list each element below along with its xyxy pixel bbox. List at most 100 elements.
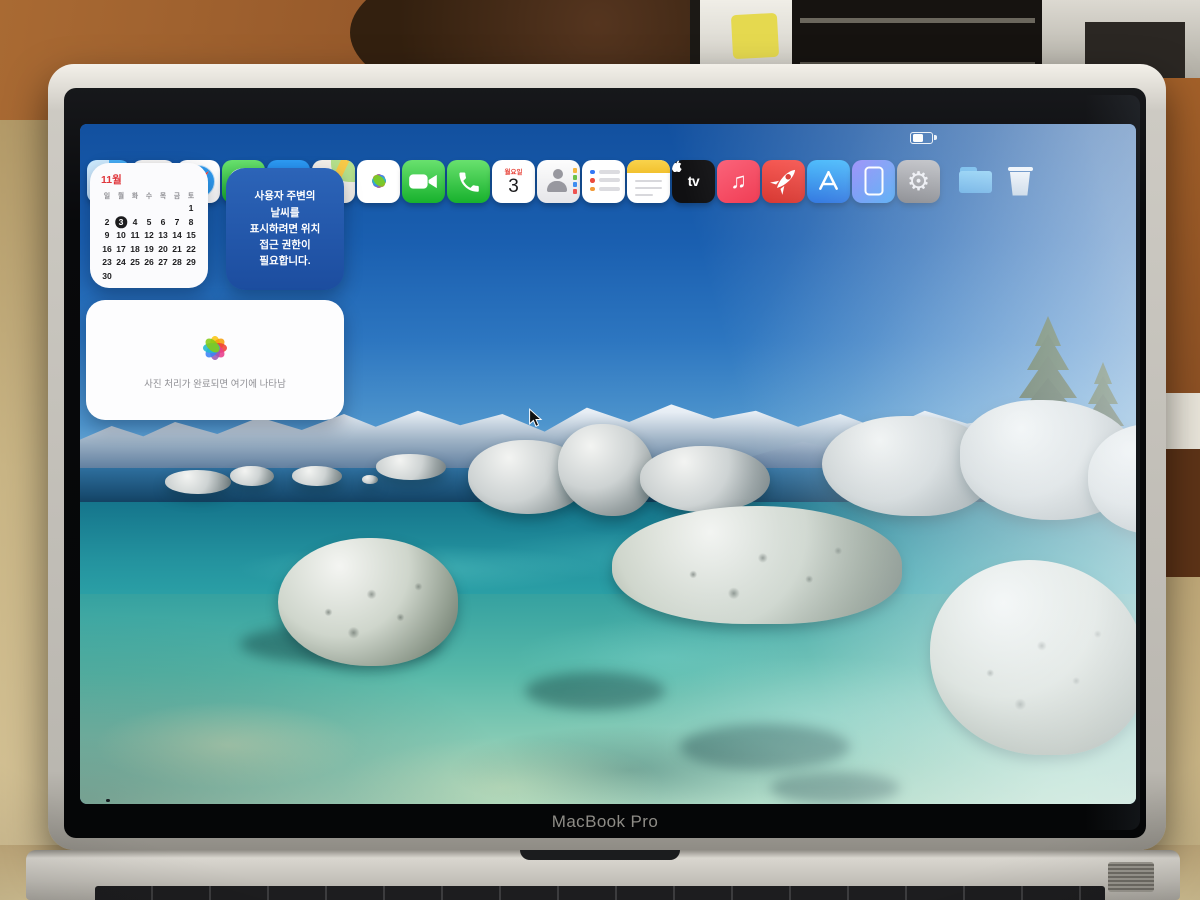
dock-calendar-icon[interactable]: 월요일 3 [492, 160, 535, 203]
calendar-weekdays: 일월화수목금토 [100, 189, 198, 202]
calendar-cell [156, 202, 170, 215]
dock-downloads-folder-icon[interactable] [954, 160, 997, 203]
weather-message-line: 접근 권한이 [259, 237, 310, 253]
underwater-shadow [770, 772, 900, 804]
photos-flower-icon [364, 166, 394, 196]
calendar-cell [114, 202, 128, 215]
mouse-cursor [528, 408, 543, 428]
weather-message-line: 사용자 주변의 [255, 188, 316, 204]
speaker-grill [1108, 862, 1154, 892]
calendar-month-label: 11월 [101, 172, 198, 187]
dock-facetime-icon[interactable] [402, 160, 445, 203]
battery-fill [913, 134, 923, 142]
reminders-row [590, 178, 620, 183]
desktop-screen: Finder파일편집보기이동윈도우도움말 한 [80, 124, 1136, 804]
dock-contacts-icon[interactable] [537, 160, 580, 203]
calendar-cell [184, 270, 198, 283]
calendar-cell: 14 [170, 229, 184, 242]
dock-trash-icon[interactable] [999, 160, 1042, 203]
photos-widget-message: 사진 처리가 완료되면 여기에 나타남 [144, 376, 286, 390]
rock [362, 475, 378, 484]
facetime-camera-icon [402, 160, 445, 203]
underwater-shadow [525, 672, 665, 710]
battery-icon[interactable] [910, 132, 933, 145]
calendar-cell: 10 [114, 229, 128, 242]
dock-music-icon[interactable]: ♫ [717, 160, 760, 203]
contacts-tab [573, 175, 577, 181]
phone-handset-icon [447, 160, 490, 203]
calendar-cell: 7 [170, 216, 184, 229]
calendar-cell: 16 [100, 243, 114, 256]
calendar-cell: 26 [142, 256, 156, 269]
trash-bin [1009, 172, 1032, 196]
calendar-widget[interactable]: 11월 일월화수목금토 1234567891011121314151617181… [90, 163, 208, 288]
calendar-weekday: 목 [156, 189, 170, 202]
dock-app-store-icon[interactable] [807, 160, 850, 203]
calendar-cell: 20 [156, 243, 170, 256]
calendar-cell [156, 270, 170, 283]
calendar-cell: 2 [100, 216, 114, 229]
dock-rocket-app-icon[interactable] [762, 160, 805, 203]
calendar-cell: 3 [114, 216, 128, 229]
calendar-cell: 21 [170, 243, 184, 256]
notes-line [635, 194, 653, 197]
dock-iphone-mirroring-icon[interactable] [852, 160, 895, 203]
calendar-cell: 23 [100, 256, 114, 269]
photos-flower-icon [197, 330, 233, 366]
calendar-cell: 1 [184, 202, 198, 215]
weather-widget[interactable]: 사용자 주변의날씨를표시하려면 위치접근 권한이필요합니다. [226, 168, 344, 290]
notes-line [635, 187, 662, 190]
appliance-shelf [800, 18, 1035, 23]
rock-speckled [612, 506, 902, 624]
contacts-tab [573, 168, 577, 174]
calendar-icon-weekday: 월요일 [492, 166, 535, 176]
notes-line [635, 180, 662, 183]
dock-notes-icon[interactable] [627, 160, 670, 203]
calendar-weekday: 수 [142, 189, 156, 202]
calendar-cell: 4 [128, 216, 142, 229]
notes-header [627, 160, 670, 173]
dock-settings-icon[interactable]: ⚙ [897, 160, 940, 203]
calendar-cell: 15 [184, 229, 198, 242]
calendar-cell: 28 [170, 256, 184, 269]
calendar-cell [100, 202, 114, 215]
calendar-cell: 30 [100, 270, 114, 283]
calendar-weekday: 월 [114, 189, 128, 202]
dock-phone-icon[interactable] [447, 160, 490, 203]
calendar-cell [170, 270, 184, 283]
rocket-icon [762, 160, 805, 203]
calendar-cell: 19 [142, 243, 156, 256]
dock-apple-tv-icon[interactable]: tv [672, 160, 715, 203]
calendar-cell [142, 202, 156, 215]
calendar-cell: 18 [128, 243, 142, 256]
dock-photos-icon[interactable] [357, 160, 400, 203]
reminders-line [599, 187, 620, 191]
calendar-cell: 11 [128, 229, 142, 242]
calendar-cell: 29 [184, 256, 198, 269]
dock-reminders-icon[interactable] [582, 160, 625, 203]
macbook-label: MacBook Pro [64, 812, 1146, 832]
rock-speckled [278, 538, 458, 666]
photos-widget[interactable]: 사진 처리가 완료되면 여기에 나타남 [86, 300, 344, 420]
calendar-cell: 17 [114, 243, 128, 256]
reminders-dot [590, 178, 595, 183]
weather-message-line: 필요합니다. [259, 253, 310, 269]
contacts-tab [573, 189, 577, 195]
music-note-icon: ♫ [730, 168, 747, 194]
contacts-tab [573, 182, 577, 188]
calendar-weekday: 토 [184, 189, 198, 202]
calendar-cell: 12 [142, 229, 156, 242]
rock [230, 466, 274, 486]
weather-message-line: 표시하려면 위치 [250, 221, 321, 237]
calendar-cell [128, 202, 142, 215]
rock [292, 466, 342, 486]
calendar-weekday: 금 [170, 189, 184, 202]
calendar-cell: 6 [156, 216, 170, 229]
apple-logo-icon [672, 160, 682, 172]
reminders-dot [590, 187, 595, 192]
contacts-person-icon [553, 169, 563, 179]
folder-body [959, 171, 992, 193]
calendar-cell: 13 [156, 229, 170, 242]
app-store-a-icon [807, 160, 850, 203]
calendar-cell: 8 [184, 216, 198, 229]
